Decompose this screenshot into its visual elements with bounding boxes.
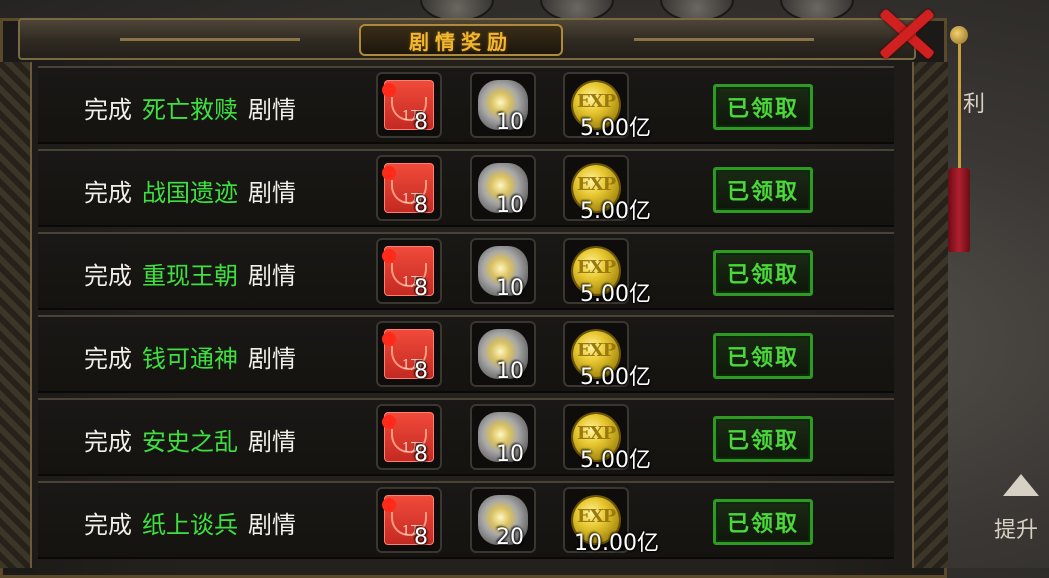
exp-quantity: 5.00亿 [580, 116, 651, 141]
reward-row: 完成 死亡救赎 剧情 1万 EXP 8 10 5.00亿 已领取 [38, 66, 894, 144]
red-packet-quantity: 8 [414, 442, 428, 467]
upgrade-label[interactable]: 提升 [994, 512, 1038, 544]
red-packet-quantity: 8 [414, 276, 428, 301]
row-prefix: 完成 [84, 262, 132, 290]
row-suffix: 剧情 [248, 179, 296, 207]
panel-title: 剧情奖励 [409, 29, 513, 54]
row-description: 完成 重现王朝 剧情 [84, 256, 296, 291]
claimed-button[interactable]: 已领取 [713, 84, 813, 130]
red-packet-quantity: 8 [414, 193, 428, 218]
row-description: 完成 死亡救赎 剧情 [84, 90, 296, 125]
row-prefix: 完成 [84, 345, 132, 373]
row-description: 完成 战国遗迹 剧情 [84, 173, 296, 208]
claimed-button[interactable]: 已领取 [713, 416, 813, 462]
reward-row: 完成 重现王朝 剧情 1万 EXP 8 10 5.00亿 已领取 [38, 232, 894, 310]
panel-right-border [912, 62, 948, 568]
exp-coin-label: EXP [577, 257, 616, 278]
red-packet-seal [382, 415, 396, 429]
red-packet-slot[interactable]: 1万 [376, 404, 442, 470]
reward-row: 完成 安史之乱 剧情 1万 EXP 8 10 5.00亿 已领取 [38, 398, 894, 476]
stage-name: 安史之乱 [142, 428, 238, 456]
red-packet-slot[interactable]: 1万 [376, 155, 442, 221]
red-packet-seal [382, 332, 396, 346]
red-packet-slot[interactable]: 1万 [376, 321, 442, 387]
row-description: 完成 钱可通神 剧情 [84, 339, 296, 374]
row-suffix: 剧情 [248, 345, 296, 373]
row-suffix: 剧情 [248, 428, 296, 456]
reward-row: 完成 战国遗迹 剧情 1万 EXP 8 10 5.00亿 已领取 [38, 149, 894, 227]
exp-coin-label: EXP [577, 423, 616, 444]
exp-quantity: 10.00亿 [574, 531, 659, 556]
row-suffix: 剧情 [248, 262, 296, 290]
row-prefix: 完成 [84, 428, 132, 456]
row-suffix: 剧情 [248, 96, 296, 124]
stage-name: 战国遗迹 [142, 179, 238, 207]
row-suffix: 剧情 [248, 511, 296, 539]
exp-quantity: 5.00亿 [580, 282, 651, 307]
claimed-button-label: 已领取 [726, 428, 799, 454]
claimed-button-label: 已领取 [726, 262, 799, 288]
silver-quantity: 20 [496, 525, 524, 550]
reward-row: 完成 纸上谈兵 剧情 1万 EXP 8 20 10.00亿 已领取 [38, 481, 894, 559]
stage-name: 死亡救赎 [142, 96, 238, 124]
title-plate: 剧情奖励 [359, 24, 563, 56]
silver-quantity: 10 [496, 110, 524, 135]
stage-name: 纸上谈兵 [142, 511, 238, 539]
red-packet-slot[interactable]: 1万 [376, 238, 442, 304]
row-description: 完成 安史之乱 剧情 [84, 422, 296, 457]
row-prefix: 完成 [84, 96, 132, 124]
red-packet-slot[interactable]: 1万 [376, 487, 442, 553]
claimed-button[interactable]: 已领取 [713, 499, 813, 545]
stage-name: 重现王朝 [142, 262, 238, 290]
silver-quantity: 10 [496, 276, 524, 301]
claimed-button[interactable]: 已领取 [713, 250, 813, 296]
claimed-button-label: 已领取 [726, 96, 799, 122]
exp-coin-label: EXP [577, 506, 616, 527]
exp-coin-label: EXP [577, 174, 616, 195]
reward-row: 完成 钱可通神 剧情 1万 EXP 8 10 5.00亿 已领取 [38, 315, 894, 393]
red-packet-seal [382, 498, 396, 512]
side-menu-partial-label[interactable]: 利 [963, 86, 985, 118]
red-packet-seal [382, 83, 396, 97]
ornament-knob [950, 26, 968, 44]
tassel-ornament [948, 168, 970, 252]
red-packet-quantity: 8 [414, 359, 428, 384]
tassel-cord [958, 30, 961, 180]
silver-quantity: 10 [496, 442, 524, 467]
exp-coin-label: EXP [577, 91, 616, 112]
row-description: 完成 纸上谈兵 剧情 [84, 505, 296, 540]
claimed-button-label: 已领取 [726, 345, 799, 371]
red-packet-quantity: 8 [414, 525, 428, 550]
red-packet-seal [382, 166, 396, 180]
silver-quantity: 10 [496, 359, 524, 384]
exp-quantity: 5.00亿 [580, 448, 651, 473]
claimed-button[interactable]: 已领取 [713, 333, 813, 379]
silver-quantity: 10 [496, 193, 524, 218]
red-packet-seal [382, 249, 396, 263]
up-arrow-icon[interactable] [1003, 474, 1039, 496]
exp-quantity: 5.00亿 [580, 365, 651, 390]
claimed-button-label: 已领取 [726, 179, 799, 205]
claimed-button-label: 已领取 [726, 511, 799, 537]
claimed-button[interactable]: 已领取 [713, 167, 813, 213]
exp-quantity: 5.00亿 [580, 199, 651, 224]
red-packet-slot[interactable]: 1万 [376, 72, 442, 138]
close-button[interactable] [872, 2, 938, 64]
row-prefix: 完成 [84, 511, 132, 539]
stage-name: 钱可通神 [142, 345, 238, 373]
panel-left-border [0, 62, 32, 568]
exp-coin-label: EXP [577, 340, 616, 361]
red-packet-quantity: 8 [414, 110, 428, 135]
row-prefix: 完成 [84, 179, 132, 207]
